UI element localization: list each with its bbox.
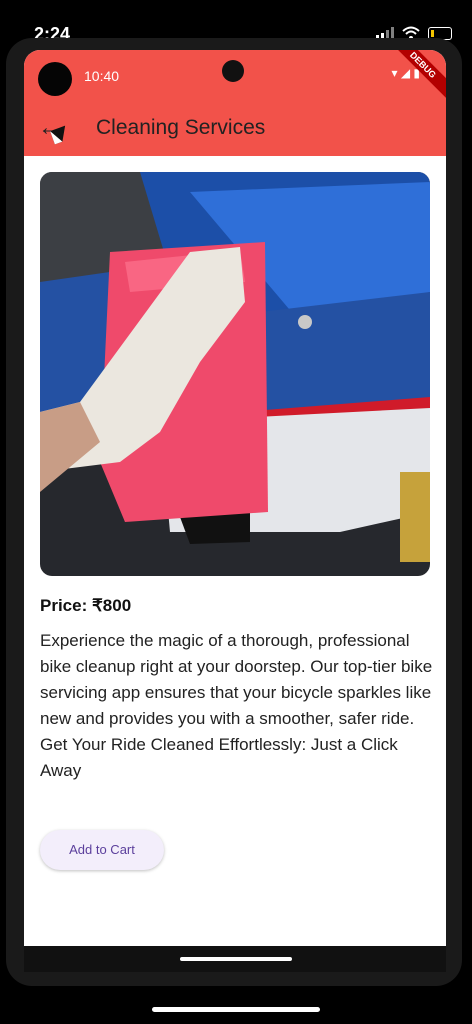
app-home-indicator[interactable]	[180, 957, 292, 961]
page-title: Cleaning Services	[96, 116, 266, 139]
front-camera-icon	[222, 60, 244, 82]
profile-camera-icon	[38, 62, 72, 96]
product-price: Price: ₹800	[40, 596, 132, 615]
product-description: Experience the magic of a thorough, prof…	[40, 631, 433, 780]
app-status-clock: 10:40	[84, 68, 120, 84]
app-bar: 10:40 ▾ ◢ ▮ DEBUG ← Cleaning Services	[24, 50, 446, 156]
device-home-indicator[interactable]	[152, 1007, 320, 1012]
app-screen: 10:40 ▾ ◢ ▮ DEBUG ← Cleaning Services Pr…	[24, 50, 446, 972]
product-image	[40, 172, 430, 576]
device-status-bar: 2:24	[0, 0, 472, 44]
add-to-cart-button[interactable]: Add to Cart	[40, 830, 164, 870]
